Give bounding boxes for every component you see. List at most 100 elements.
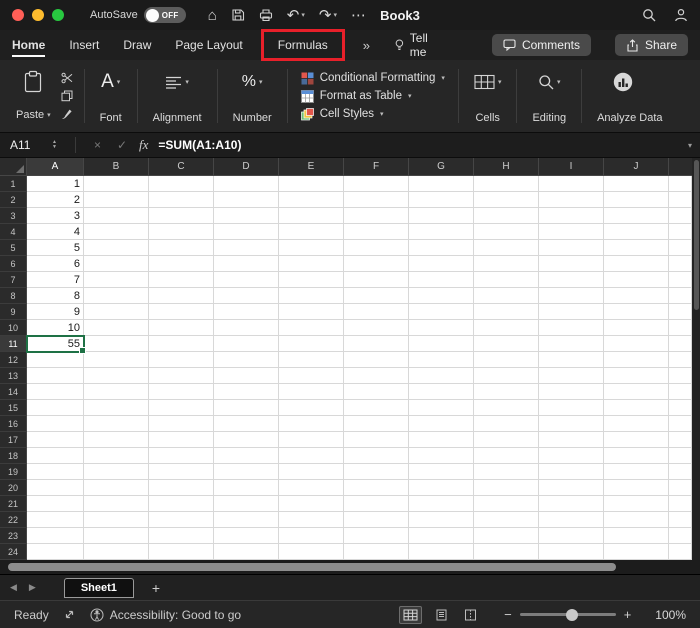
row-header-23[interactable]: 23	[0, 528, 27, 544]
cell-G18[interactable]	[409, 448, 474, 464]
cell-styles-button[interactable]: Cell Styles ▾	[300, 107, 384, 121]
cell-F11[interactable]	[344, 336, 409, 352]
page-break-view-button[interactable]	[461, 607, 480, 623]
cell-I23[interactable]	[539, 528, 604, 544]
cell-G22[interactable]	[409, 512, 474, 528]
cell-D22[interactable]	[214, 512, 279, 528]
cell-J16[interactable]	[604, 416, 669, 432]
cell-H21[interactable]	[474, 496, 539, 512]
profile-icon[interactable]	[674, 8, 688, 22]
cell-A9[interactable]: 9	[27, 304, 84, 320]
row-header-7[interactable]: 7	[0, 272, 27, 288]
ribbon-overflow-icon[interactable]: »	[363, 38, 370, 53]
column-header-C[interactable]: C	[149, 158, 214, 176]
cell-E4[interactable]	[279, 224, 344, 240]
cell-C1[interactable]	[149, 176, 214, 192]
cell-D4[interactable]	[214, 224, 279, 240]
cell-A20[interactable]	[27, 480, 84, 496]
cell-D10[interactable]	[214, 320, 279, 336]
cell-E6[interactable]	[279, 256, 344, 272]
cell-C24[interactable]	[149, 544, 214, 560]
cell-J4[interactable]	[604, 224, 669, 240]
cell-J20[interactable]	[604, 480, 669, 496]
cell-D1[interactable]	[214, 176, 279, 192]
cell-C18[interactable]	[149, 448, 214, 464]
cell-I7[interactable]	[539, 272, 604, 288]
tab-insert[interactable]: Insert	[69, 30, 99, 60]
zoom-level[interactable]: 100%	[655, 608, 686, 622]
cell-F5[interactable]	[344, 240, 409, 256]
cell-E9[interactable]	[279, 304, 344, 320]
horizontal-scrollbar[interactable]	[0, 560, 700, 574]
zoom-in-button[interactable]: +	[624, 607, 632, 622]
cell-D17[interactable]	[214, 432, 279, 448]
confirm-entry-icon[interactable]: ✓	[117, 138, 127, 152]
redo-button[interactable]: ↷ ▾	[319, 6, 337, 24]
cell-C16[interactable]	[149, 416, 214, 432]
column-header-A[interactable]: A	[27, 158, 84, 176]
cell-J2[interactable]	[604, 192, 669, 208]
vertical-scrollbar-thumb[interactable]	[693, 160, 699, 310]
cell-C4[interactable]	[149, 224, 214, 240]
column-header-D[interactable]: D	[214, 158, 279, 176]
cell-F4[interactable]	[344, 224, 409, 240]
cell-F16[interactable]	[344, 416, 409, 432]
row-header-24[interactable]: 24	[0, 544, 27, 560]
cell-E7[interactable]	[279, 272, 344, 288]
cell-B6[interactable]	[84, 256, 149, 272]
cell-J1[interactable]	[604, 176, 669, 192]
save-icon[interactable]	[231, 8, 245, 22]
cell-G16[interactable]	[409, 416, 474, 432]
cell-C3[interactable]	[149, 208, 214, 224]
autosave-toggle[interactable]: OFF	[143, 7, 186, 23]
cell-A24[interactable]	[27, 544, 84, 560]
cell-B2[interactable]	[84, 192, 149, 208]
cell-H8[interactable]	[474, 288, 539, 304]
cell-I24[interactable]	[539, 544, 604, 560]
cell-B10[interactable]	[84, 320, 149, 336]
cell-H18[interactable]	[474, 448, 539, 464]
cell-B23[interactable]	[84, 528, 149, 544]
cell-F23[interactable]	[344, 528, 409, 544]
alignment-group[interactable]: ▾ Alignment	[145, 63, 210, 129]
cell-D11[interactable]	[214, 336, 279, 352]
cell-D9[interactable]	[214, 304, 279, 320]
cell-F8[interactable]	[344, 288, 409, 304]
home-icon[interactable]: ⌂	[208, 7, 217, 24]
row-header-12[interactable]: 12	[0, 352, 27, 368]
cell-A13[interactable]	[27, 368, 84, 384]
column-header-G[interactable]: G	[409, 158, 474, 176]
cell-F2[interactable]	[344, 192, 409, 208]
cell-G12[interactable]	[409, 352, 474, 368]
cell-G21[interactable]	[409, 496, 474, 512]
cell-D6[interactable]	[214, 256, 279, 272]
cell-F6[interactable]	[344, 256, 409, 272]
cell-C6[interactable]	[149, 256, 214, 272]
cell-H19[interactable]	[474, 464, 539, 480]
cell-H12[interactable]	[474, 352, 539, 368]
cell-A3[interactable]: 3	[27, 208, 84, 224]
format-as-table-button[interactable]: Format as Table ▾	[300, 89, 411, 103]
redo-dropdown-icon[interactable]: ▾	[333, 11, 337, 19]
cell-I2[interactable]	[539, 192, 604, 208]
cell-F24[interactable]	[344, 544, 409, 560]
cell-E11[interactable]	[279, 336, 344, 352]
cancel-entry-icon[interactable]: ×	[94, 138, 101, 152]
cell-F13[interactable]	[344, 368, 409, 384]
cell-C19[interactable]	[149, 464, 214, 480]
cell-E10[interactable]	[279, 320, 344, 336]
column-header-E[interactable]: E	[279, 158, 344, 176]
cell-J18[interactable]	[604, 448, 669, 464]
cell-C9[interactable]	[149, 304, 214, 320]
undo-dropdown-icon[interactable]: ▾	[301, 11, 305, 19]
cell-D7[interactable]	[214, 272, 279, 288]
row-header-21[interactable]: 21	[0, 496, 27, 512]
cell-I3[interactable]	[539, 208, 604, 224]
cell-C10[interactable]	[149, 320, 214, 336]
cell-H11[interactable]	[474, 336, 539, 352]
cell-J19[interactable]	[604, 464, 669, 480]
cell-E2[interactable]	[279, 192, 344, 208]
number-group[interactable]: % ▾ Number	[225, 63, 280, 129]
cell-E17[interactable]	[279, 432, 344, 448]
column-header-B[interactable]: B	[84, 158, 149, 176]
